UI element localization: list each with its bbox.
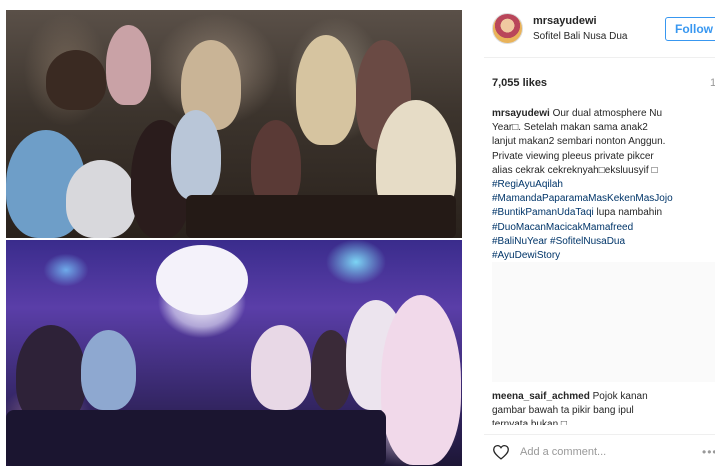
- caption-line: #BaliNuYear #SofitelNusaDua: [492, 235, 710, 249]
- guest-figure: [381, 295, 461, 465]
- comment-text: Pojok kanan: [589, 391, 648, 402]
- caption-text: Our dual atmosphere Nu: [549, 108, 663, 119]
- caption-line: #DuoMacanMacicakMamafreed: [492, 221, 710, 235]
- add-comment-input[interactable]: Add a comment...: [520, 446, 606, 458]
- comment-line: gambar bawah ta pikir bang ipul: [492, 405, 634, 416]
- hashtag-link[interactable]: #DuoMacanMacicakMamafreed: [492, 222, 633, 233]
- caption-line: #MamandaPaparamaMasKekenMasJojo: [492, 192, 710, 206]
- post-footer: Add a comment... •••: [484, 434, 715, 467]
- guest-figure: [296, 35, 356, 145]
- caption-line: mrsayudewi Our dual atmosphere Nu: [492, 107, 710, 121]
- caption-line: Year□. Setelah makan sama anak2: [492, 122, 648, 134]
- header-username[interactable]: mrsayudewi: [533, 15, 597, 27]
- likes-side-count: 1: [710, 77, 715, 89]
- likes-count[interactable]: 7,055 likes: [492, 77, 547, 89]
- caption-line: alias cekrak cekreknyah□eksluusyif □: [492, 164, 658, 176]
- hashtag-link[interactable]: #BuntikPamanUdaTaqi: [492, 207, 594, 218]
- caption-line: Private viewing pleeus private pikcer: [492, 150, 654, 162]
- caption-username[interactable]: mrsayudewi: [492, 108, 550, 119]
- caption-line: #RegiAyuAqilah: [492, 178, 710, 192]
- post-caption: mrsayudewi Our dual atmosphere Nu Year□.…: [492, 107, 710, 263]
- comment-line: ternyata bukan □: [492, 419, 567, 425]
- heart-icon[interactable]: [492, 444, 510, 460]
- caption-line: lanjut makan2 sembari nonton Anggun.: [492, 136, 666, 148]
- flower-centerpiece: [156, 245, 248, 315]
- more-options-icon[interactable]: •••: [702, 445, 715, 459]
- table-figure: [6, 410, 386, 466]
- hashtag-link[interactable]: #SofitelNusaDua: [550, 236, 625, 247]
- follow-button[interactable]: Follow: [665, 17, 715, 41]
- post-sidebar: mrsayudewi Sofitel Bali Nusa Dua Follow …: [484, 0, 715, 467]
- comments-scroll-area[interactable]: [492, 262, 715, 382]
- post-photo-bottom: [6, 240, 462, 466]
- comment-item: meena_saif_achmed Pojok kanan gambar baw…: [492, 390, 712, 425]
- post-photo-top: [6, 10, 462, 238]
- guest-figure: [311, 330, 351, 410]
- comment-line: meena_saif_achmed Pojok kanan: [492, 390, 712, 404]
- table-figure: [186, 195, 456, 238]
- caption-text: lupa nambahin: [593, 207, 663, 219]
- caption-line: #BuntikPamanUdaTaqi lupa nambahin: [492, 206, 710, 220]
- comment-username[interactable]: meena_saif_achmed: [492, 391, 590, 402]
- guest-figure: [171, 110, 221, 200]
- hashtag-link[interactable]: #MamandaPaparamaMasKekenMasJojo: [492, 193, 673, 204]
- avatar[interactable]: [492, 13, 523, 44]
- hashtag-link[interactable]: #AyuDewiStory: [492, 250, 560, 261]
- guest-figure: [106, 25, 151, 105]
- guest-figure: [46, 50, 106, 110]
- guest-figure: [251, 325, 311, 410]
- post-photo-area[interactable]: [0, 0, 470, 467]
- hashtag-link[interactable]: #BaliNuYear: [492, 236, 547, 247]
- post-header: mrsayudewi Sofitel Bali Nusa Dua Follow: [484, 0, 715, 58]
- guest-figure: [81, 330, 136, 410]
- guest-figure: [66, 160, 136, 238]
- header-location[interactable]: Sofitel Bali Nusa Dua: [533, 31, 628, 42]
- hashtag-link[interactable]: #RegiAyuAqilah: [492, 179, 563, 190]
